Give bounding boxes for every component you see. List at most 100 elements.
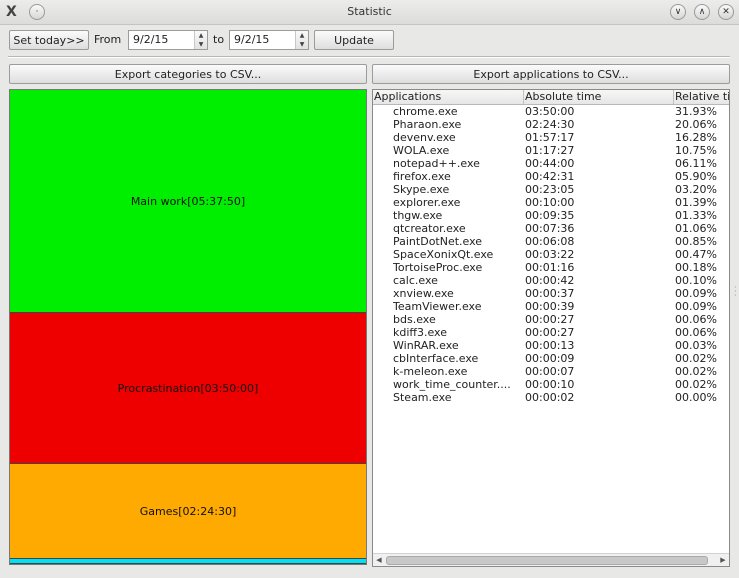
applications-table[interactable]: Applications Absolute time Relative ti c… [372, 89, 730, 567]
cell-absolute-time: 00:00:27 [525, 313, 575, 326]
splitter-handle[interactable]: · · · [734, 284, 737, 300]
cell-application: kdiff3.exe [393, 326, 447, 339]
scrollbar-thumb[interactable] [386, 556, 708, 565]
table-row[interactable]: cbInterface.exe 00:00:09 00.02% [373, 352, 729, 365]
cell-relative-time: 01.06% [675, 222, 717, 235]
from-date-stepper[interactable]: ▲ ▼ [194, 31, 207, 49]
table-row[interactable]: xnview.exe 00:00:37 00.09% [373, 287, 729, 300]
category-segment: Main work[05:37:50] [10, 90, 366, 313]
cell-absolute-time: 00:01:16 [525, 261, 575, 274]
cell-relative-time: 06.11% [675, 157, 717, 170]
spin-up-icon[interactable]: ▲ [296, 31, 308, 40]
cell-relative-time: 00.09% [675, 287, 717, 300]
cell-absolute-time: 00:23:05 [525, 183, 575, 196]
to-date-stepper[interactable]: ▲ ▼ [295, 31, 308, 49]
table-row[interactable]: firefox.exe 00:42:31 05.90% [373, 170, 729, 183]
cell-relative-time: 00.85% [675, 235, 717, 248]
horizontal-scrollbar[interactable]: ◀ ▶ [373, 553, 729, 566]
scroll-left-icon[interactable]: ◀ [373, 554, 385, 566]
table-row[interactable]: Steam.exe 00:00:02 00.00% [373, 391, 729, 404]
category-segment: Procrastination[03:50:00] [10, 313, 366, 464]
table-row[interactable]: PaintDotNet.exe 00:06:08 00.85% [373, 235, 729, 248]
column-header-relative-time[interactable]: Relative ti [674, 90, 729, 104]
table-row[interactable]: k-meleon.exe 00:00:07 00.02% [373, 365, 729, 378]
cell-application: xnview.exe [393, 287, 454, 300]
cell-absolute-time: 00:09:35 [525, 209, 575, 222]
cell-application: qtcreator.exe [393, 222, 466, 235]
cell-relative-time: 16.28% [675, 131, 717, 144]
cell-absolute-time: 01:57:17 [525, 131, 575, 144]
table-row[interactable]: work_time_counter.... 00:00:10 00.02% [373, 378, 729, 391]
cell-absolute-time: 01:17:27 [525, 144, 575, 157]
column-header-absolute-time[interactable]: Absolute time [524, 90, 674, 104]
update-button[interactable]: Update [314, 30, 394, 50]
table-body: chrome.exe 03:50:00 31.93% Pharaon.exe 02:24… [373, 105, 729, 404]
table-row[interactable]: devenv.exe 01:57:17 16.28% [373, 131, 729, 144]
set-today-button[interactable]: Set today>> [9, 30, 89, 50]
table-row[interactable]: qtcreator.exe 00:07:36 01.06% [373, 222, 729, 235]
table-row[interactable]: SpaceXonixQt.exe 00:03:22 00.47% [373, 248, 729, 261]
table-row[interactable]: WinRAR.exe 00:00:13 00.03% [373, 339, 729, 352]
cell-absolute-time: 00:44:00 [525, 157, 575, 170]
cell-application: Pharaon.exe [393, 118, 462, 131]
from-date-value: 9/2/15 [133, 33, 169, 46]
to-date-value: 9/2/15 [234, 33, 270, 46]
to-label: to [213, 33, 225, 46]
cell-relative-time: 00.02% [675, 365, 717, 378]
table-row[interactable]: TortoiseProc.exe 00:01:16 00.18% [373, 261, 729, 274]
cell-application: explorer.exe [393, 196, 461, 209]
table-row[interactable]: Skype.exe 00:23:05 03.20% [373, 183, 729, 196]
cell-application: work_time_counter.... [393, 378, 511, 391]
cell-application: TortoiseProc.exe [393, 261, 483, 274]
cell-absolute-time: 00:00:39 [525, 300, 575, 313]
scroll-right-icon[interactable]: ▶ [717, 554, 729, 566]
cell-relative-time: 00.00% [675, 391, 717, 404]
cell-application: firefox.exe [393, 170, 451, 183]
table-row[interactable]: kdiff3.exe 00:00:27 00.06% [373, 326, 729, 339]
table-row[interactable]: calc.exe 00:00:42 00.10% [373, 274, 729, 287]
table-row[interactable]: WOLA.exe 01:17:27 10.75% [373, 144, 729, 157]
cell-application: devenv.exe [393, 131, 456, 144]
close-button[interactable]: ✕ [718, 4, 734, 20]
table-row[interactable]: Pharaon.exe 02:24:30 20.06% [373, 118, 729, 131]
spin-down-icon[interactable]: ▼ [296, 40, 308, 49]
cell-relative-time: 00.02% [675, 352, 717, 365]
cell-absolute-time: 00:07:36 [525, 222, 575, 235]
export-categories-button[interactable]: Export categories to CSV... [9, 64, 367, 84]
toolbar-separator [8, 56, 730, 58]
column-header-applications[interactable]: Applications [373, 90, 524, 104]
minimize-button[interactable]: ∨ [670, 4, 686, 20]
cell-relative-time: 31.93% [675, 105, 717, 118]
cell-absolute-time: 00:03:22 [525, 248, 575, 261]
cell-relative-time: 00.02% [675, 378, 717, 391]
cell-relative-time: 03.20% [675, 183, 717, 196]
table-row[interactable]: bds.exe 00:00:27 00.06% [373, 313, 729, 326]
table-row[interactable]: notepad++.exe 00:44:00 06.11% [373, 157, 729, 170]
cell-relative-time: 00.06% [675, 313, 717, 326]
cell-application: Skype.exe [393, 183, 450, 196]
cell-application: Steam.exe [393, 391, 452, 404]
table-row[interactable]: explorer.exe 00:10:00 01.39% [373, 196, 729, 209]
cell-application: PaintDotNet.exe [393, 235, 483, 248]
cell-absolute-time: 00:00:13 [525, 339, 575, 352]
from-date-spinbox[interactable]: 9/2/15 ▲ ▼ [128, 30, 208, 50]
cell-absolute-time: 00:00:02 [525, 391, 575, 404]
table-row[interactable]: TeamViewer.exe 00:00:39 00.09% [373, 300, 729, 313]
cell-application: calc.exe [393, 274, 438, 287]
spin-down-icon[interactable]: ▼ [195, 40, 207, 49]
category-segment [10, 559, 366, 564]
cell-absolute-time: 00:10:00 [525, 196, 575, 209]
spin-up-icon[interactable]: ▲ [195, 31, 207, 40]
table-row[interactable]: thgw.exe 00:09:35 01.33% [373, 209, 729, 222]
cell-relative-time: 01.39% [675, 196, 717, 209]
to-date-spinbox[interactable]: 9/2/15 ▲ ▼ [229, 30, 309, 50]
maximize-button[interactable]: ∧ [694, 4, 710, 20]
cell-absolute-time: 00:42:31 [525, 170, 575, 183]
cell-absolute-time: 00:00:10 [525, 378, 575, 391]
cell-absolute-time: 00:00:42 [525, 274, 575, 287]
cell-absolute-time: 00:06:08 [525, 235, 575, 248]
export-applications-button[interactable]: Export applications to CSV... [372, 64, 730, 84]
table-row[interactable]: chrome.exe 03:50:00 31.93% [373, 105, 729, 118]
cell-relative-time: 00.06% [675, 326, 717, 339]
cell-relative-time: 00.10% [675, 274, 717, 287]
